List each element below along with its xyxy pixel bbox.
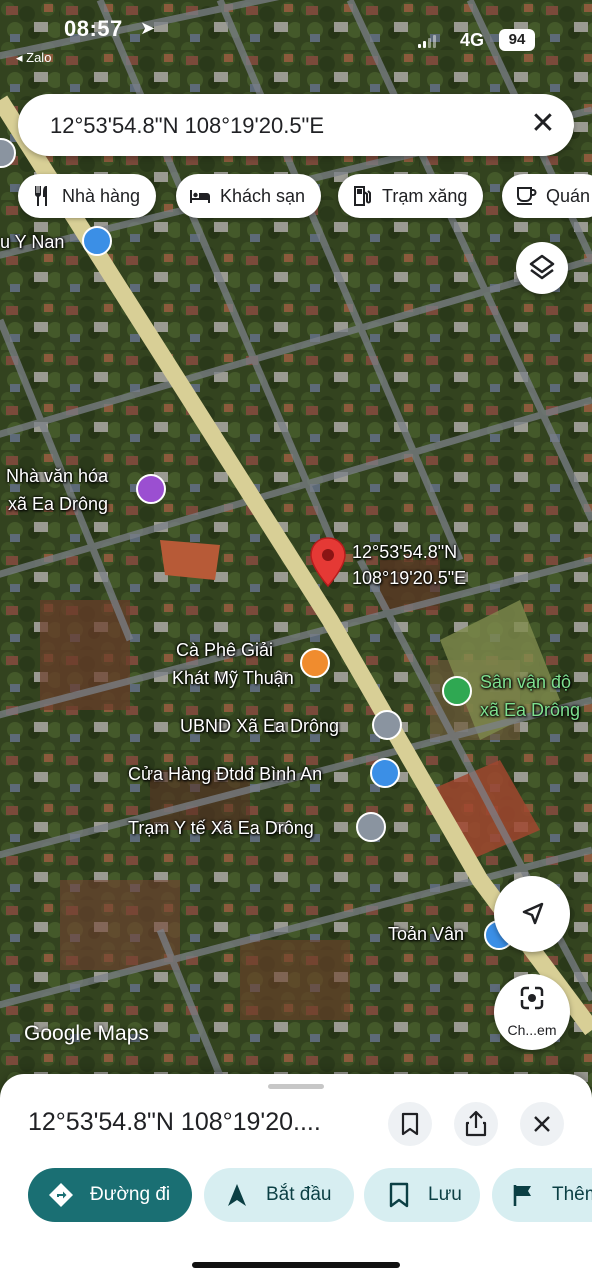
directions-icon bbox=[48, 1182, 74, 1208]
home-indicator[interactable] bbox=[192, 1262, 400, 1268]
status-time: 08:57 bbox=[64, 16, 123, 41]
government-building-icon[interactable] bbox=[372, 710, 402, 740]
map-label-nha-van-hoa-1[interactable]: Nhà văn hóa bbox=[6, 466, 108, 487]
close-sheet-button[interactable] bbox=[520, 1102, 564, 1146]
map-label-tram-y-te[interactable]: Trạm Y tế Xã Ea Drông bbox=[128, 818, 314, 839]
start-label: Bắt đầu bbox=[266, 1184, 332, 1205]
save-button[interactable]: Lưu bbox=[364, 1168, 480, 1222]
navigation-arrow-icon bbox=[522, 902, 544, 925]
map-label-cua-hang[interactable]: Cửa Hàng Đtdđ Bình An bbox=[128, 764, 322, 785]
health-poi-icon[interactable] bbox=[356, 812, 386, 842]
flag-icon bbox=[510, 1182, 536, 1208]
hotel-icon bbox=[188, 184, 212, 208]
battery-indicator: 94 bbox=[499, 29, 535, 51]
save-bookmark-button[interactable] bbox=[388, 1102, 432, 1146]
lens-button[interactable]: Ch...em bbox=[494, 974, 570, 1050]
layers-icon bbox=[529, 254, 555, 280]
chip-cafes[interactable]: Quán bbox=[502, 174, 592, 218]
status-bar: 08:57 ➤ ◂ Zalo 4G 94 bbox=[0, 0, 592, 80]
network-type: 4G bbox=[460, 30, 485, 50]
restaurant-icon bbox=[30, 184, 54, 208]
camera-lens-icon bbox=[520, 986, 544, 1010]
back-app-label: Zalo bbox=[26, 50, 52, 65]
chip-restaurants[interactable]: Nhà hàng bbox=[18, 174, 157, 218]
directions-button[interactable]: Đường đi bbox=[28, 1168, 192, 1222]
lens-label: Ch...em bbox=[507, 1022, 557, 1038]
map-label-y-nan[interactable]: u Y Nan bbox=[0, 232, 64, 253]
more-button[interactable]: Thêm bbox=[492, 1168, 592, 1222]
sheet-grabber[interactable] bbox=[268, 1084, 324, 1089]
save-label: Lưu bbox=[428, 1184, 462, 1205]
share-button[interactable] bbox=[454, 1102, 498, 1146]
chip-label: Quán bbox=[546, 185, 591, 206]
map-label-ca-phe-1[interactable]: Cà Phê Giải bbox=[176, 640, 273, 661]
map-label-san-van-dong-2[interactable]: xã Ea Drông bbox=[480, 700, 580, 721]
cellular-signal-icon bbox=[418, 34, 436, 48]
back-to-app-link[interactable]: ◂ Zalo bbox=[16, 50, 51, 66]
bookmark-icon bbox=[401, 1112, 419, 1136]
close-icon[interactable]: ✕ bbox=[524, 106, 562, 144]
stadium-poi-icon[interactable] bbox=[442, 676, 472, 706]
chip-label: Nhà hàng bbox=[62, 185, 141, 206]
chip-label: Trạm xăng bbox=[382, 185, 468, 206]
cafe-icon bbox=[514, 184, 538, 208]
more-label: Thêm bbox=[552, 1184, 592, 1205]
navigation-arrow-icon bbox=[224, 1182, 250, 1208]
search-query-text[interactable]: 12°53'54.8"N 108°19'20.5"E bbox=[50, 113, 324, 139]
pin-coordinates-line1: 12°53'54.8"N bbox=[352, 542, 458, 562]
search-bar[interactable]: 12°53'54.8"N 108°19'20.5"E ✕ bbox=[18, 94, 574, 156]
share-icon bbox=[465, 1110, 487, 1137]
shopping-poi-icon[interactable] bbox=[82, 226, 112, 256]
my-location-button[interactable] bbox=[494, 876, 570, 952]
location-pin-icon[interactable] bbox=[308, 536, 348, 588]
map-label-ca-phe-2[interactable]: Khát Mỹ Thuận bbox=[172, 668, 294, 689]
chip-label: Khách sạn bbox=[220, 185, 306, 206]
map-label-ubnd[interactable]: UBND Xã Ea Drông bbox=[180, 716, 339, 737]
location-services-icon: ➤ bbox=[140, 18, 156, 38]
bookmark-icon bbox=[386, 1182, 412, 1208]
category-chips: Nhà hàng Khách sạn Trạm xăng Quán bbox=[0, 174, 592, 220]
map-label-san-van-dong-1[interactable]: Sân vận độ bbox=[480, 672, 571, 693]
pin-coordinates-line2: 108°19'20.5"E bbox=[352, 568, 467, 588]
map-label-toan-van[interactable]: Toản Vân bbox=[388, 924, 464, 945]
chip-hotels[interactable]: Khách sạn bbox=[176, 174, 322, 218]
close-icon bbox=[534, 1116, 550, 1132]
culture-poi-icon[interactable] bbox=[136, 474, 166, 504]
sheet-title: 12°53'54.8"N 108°19'20.... bbox=[28, 1108, 321, 1136]
start-button[interactable]: Bắt đầu bbox=[204, 1168, 354, 1222]
gas-station-icon bbox=[350, 184, 374, 208]
google-maps-logo: Google Maps bbox=[24, 1022, 149, 1045]
map-label-nha-van-hoa-2[interactable]: xã Ea Drông bbox=[8, 494, 108, 515]
shopping-poi-icon[interactable] bbox=[370, 758, 400, 788]
chip-gas-stations[interactable]: Trạm xăng bbox=[338, 174, 484, 218]
map-layers-button[interactable] bbox=[516, 242, 568, 294]
directions-label: Đường đi bbox=[90, 1184, 171, 1205]
cafe-poi-icon[interactable] bbox=[300, 648, 330, 678]
